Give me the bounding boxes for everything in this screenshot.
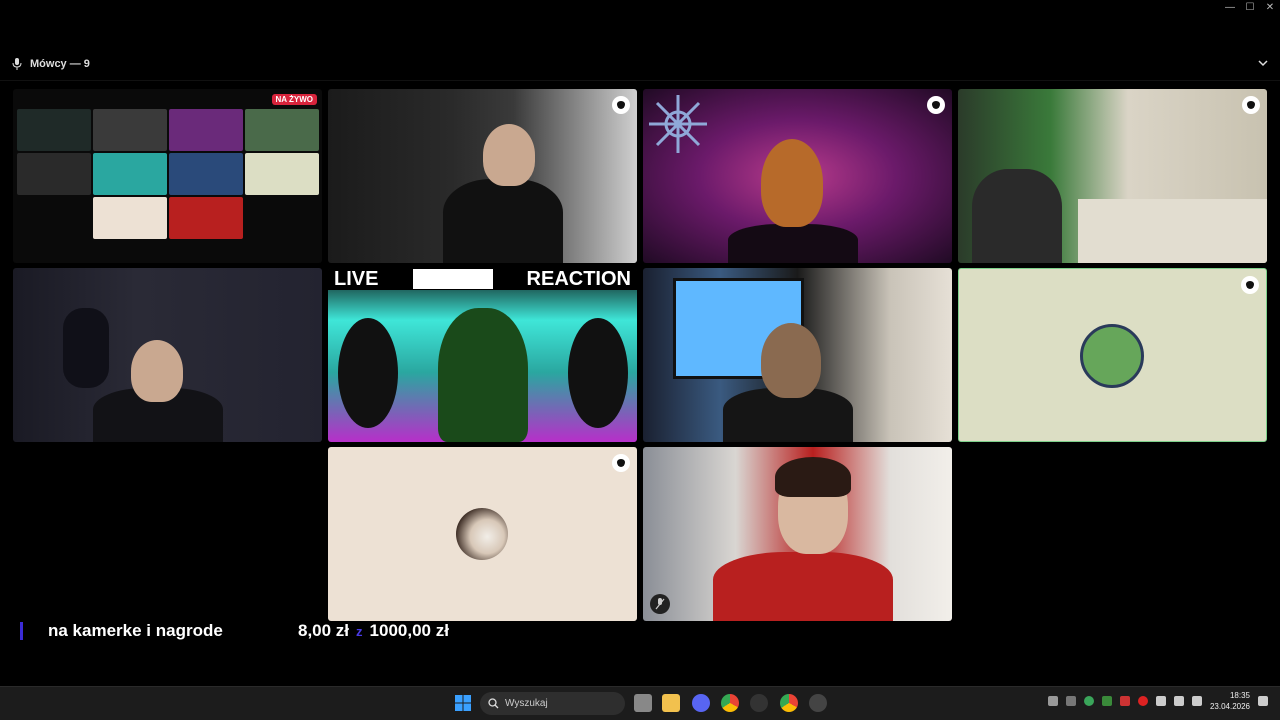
shield-icon: [1242, 96, 1260, 114]
participant-video-tile[interactable]: LIVE REACTION: [328, 268, 637, 442]
nvidia-icon[interactable]: [1101, 696, 1112, 706]
mask-figure-left: [338, 318, 398, 428]
network-icon[interactable]: [1173, 696, 1184, 706]
media-player-icon[interactable]: [809, 694, 827, 712]
participant-avatar: [1080, 324, 1144, 388]
donation-separator: z: [356, 623, 363, 639]
participant-body: [713, 552, 893, 621]
shield-icon: [927, 96, 945, 114]
header-divider: [0, 80, 1280, 81]
participant-body: [728, 224, 858, 263]
preview-cell: [17, 153, 91, 195]
minimize-button[interactable]: —: [1220, 0, 1240, 16]
reaction-text: REACTION: [526, 268, 631, 290]
search-box[interactable]: Wyszukaj: [480, 692, 625, 715]
participant-head: [483, 124, 535, 186]
preview-cell: [93, 197, 167, 239]
volume-icon[interactable]: [1191, 696, 1202, 706]
clock-date: 23.04.2026: [1209, 702, 1250, 711]
participant-video-tile[interactable]: [643, 268, 952, 442]
shield-tray-icon[interactable]: [1119, 696, 1130, 706]
creature-figure: [438, 308, 528, 442]
donation-goal: 1000,00 zł: [369, 621, 449, 640]
preview-cell: [245, 109, 319, 151]
status-icon[interactable]: [1083, 696, 1094, 706]
sync-icon[interactable]: [1065, 696, 1076, 706]
chevron-down-icon[interactable]: [1258, 58, 1268, 68]
mask-figure-right: [568, 318, 628, 428]
shield-icon: [612, 454, 630, 472]
donation-current: 8,00 zł: [298, 621, 350, 640]
live-text: LIVE: [334, 268, 379, 290]
preview-cell: [169, 109, 243, 151]
obs-icon[interactable]: [750, 694, 768, 712]
participant-avatar: [456, 508, 508, 560]
donation-label: na kamerke i nagrode: [48, 621, 223, 640]
participant-hair: [775, 457, 851, 497]
recording-icon[interactable]: [1137, 696, 1148, 706]
live-badge: NA ŻYWO: [271, 94, 317, 105]
preview-cell: [17, 109, 91, 151]
bed: [1078, 199, 1267, 263]
preview-cell: [169, 197, 243, 239]
clock[interactable]: 18:35 23.04.2026: [1210, 690, 1250, 712]
donation-progress-bar: [20, 622, 23, 640]
chevron-up-icon[interactable]: [1047, 696, 1058, 706]
studio-microphone: [63, 308, 109, 388]
participant-avatar-tile[interactable]: [328, 447, 637, 621]
file-explorer-icon[interactable]: [662, 694, 680, 712]
microphone-icon: [12, 58, 22, 70]
participant-head: [131, 340, 183, 402]
participant-avatar-tile-active[interactable]: [958, 268, 1267, 442]
chrome-profile-icon[interactable]: [780, 694, 798, 712]
windows-start-icon[interactable]: [454, 694, 472, 712]
close-button[interactable]: ✕: [1260, 0, 1280, 16]
participant-video-tile[interactable]: [958, 89, 1267, 263]
muted-microphone-icon: [650, 594, 670, 614]
participant-body: [443, 179, 563, 263]
shield-icon: [1241, 276, 1259, 294]
window-controls: — ☐ ✕: [1220, 0, 1280, 16]
participant-head: [761, 139, 823, 227]
system-tray: 18:35 23.04.2026: [1047, 690, 1268, 712]
speakers-header: Mówcy — 9: [12, 56, 90, 72]
chair: [972, 169, 1062, 263]
maximize-button[interactable]: ☐: [1240, 0, 1260, 16]
taskbar: Wyszukaj 18:35 23.04.2026: [0, 686, 1280, 720]
participant-video-tile[interactable]: [328, 89, 637, 263]
discord-icon[interactable]: [692, 694, 710, 712]
search-placeholder: Wyszukaj: [505, 698, 548, 709]
participant-video-tile[interactable]: [13, 268, 322, 442]
search-icon: [488, 698, 499, 709]
snowflake-logo: [649, 95, 707, 153]
donation-goal-overlay: na kamerke i nagrode 8,00 zł z 1000,00 z…: [20, 620, 449, 642]
banner-logo: [412, 269, 493, 289]
chrome-icon[interactable]: [721, 694, 739, 712]
shield-icon: [612, 96, 630, 114]
participant-video-tile[interactable]: [643, 447, 952, 621]
clock-time: 18:35: [1229, 691, 1250, 700]
speakers-count-label: Mówcy — 9: [30, 58, 90, 70]
screen-share-tile[interactable]: NA ŻYWO: [13, 89, 322, 263]
participant-video-tile[interactable]: [643, 89, 952, 263]
task-view-icon[interactable]: [634, 694, 652, 712]
microphone-tray-icon[interactable]: [1155, 696, 1166, 706]
notification-icon[interactable]: [1258, 696, 1268, 706]
preview-cell: [93, 109, 167, 151]
participant-head: [761, 323, 821, 398]
preview-cell: [169, 153, 243, 195]
preview-cell: [93, 153, 167, 195]
live-reaction-banner: LIVE REACTION: [328, 268, 637, 290]
preview-cell: [245, 153, 319, 195]
